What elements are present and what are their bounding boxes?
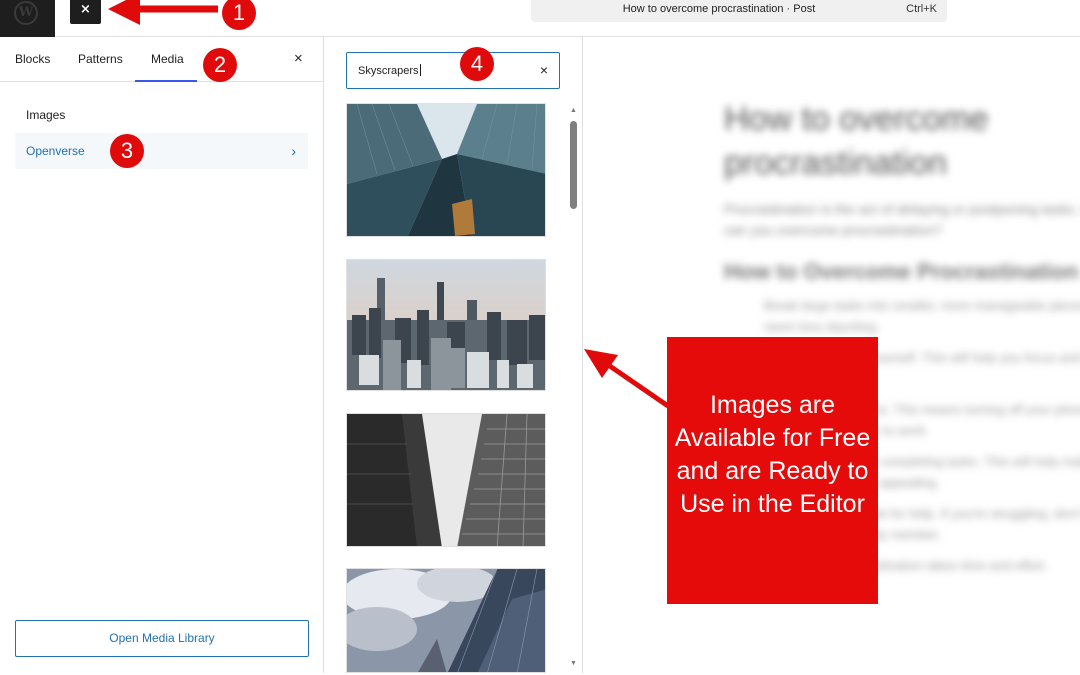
inserter-panel: Blocks Patterns Media × Images Openverse… [0,37,324,673]
skyscrapers-looking-up-photo-icon [347,104,545,236]
tab-media[interactable]: Media [151,52,184,66]
chevron-right-icon: › [291,143,296,159]
media-category-openverse[interactable]: Openverse › [15,133,308,169]
glass-tower-clouds-photo-icon [347,569,545,672]
editor-header: W × How to overcome procrastination · Po… [0,0,1080,37]
annotation-callout: Images are Available for Free and are Re… [667,337,878,604]
step-badge-4: 4 [460,47,494,81]
media-result-item[interactable] [346,103,546,237]
active-tab-indicator [135,80,197,82]
inserter-tabs: Blocks Patterns Media × [0,37,323,82]
city-skyline-aerial-photo-icon [347,260,545,390]
media-results-panel: Skyscrapers × ▲ ▼ [325,37,583,673]
media-search-input[interactable]: Skyscrapers × [346,52,560,89]
list-item: Break large tasks into smaller, more man… [764,298,1080,334]
post-heading: How to Overcome Procrastination [724,259,1079,284]
media-result-item[interactable] [346,568,546,673]
category-label: Openverse [26,144,85,158]
category-label: Images [26,108,66,122]
document-title: How to overcome procrastination · Post [622,3,816,15]
wordpress-icon: W [14,1,38,25]
media-category-images[interactable]: Images [15,97,308,133]
clear-search-icon[interactable]: × [540,62,548,78]
search-value: Skyscrapers [358,64,421,77]
post-paragraph: Procrastination is the act of delaying o… [724,201,1080,238]
scrollbar-thumb[interactable] [570,121,577,209]
scroll-up-icon[interactable]: ▲ [570,107,577,114]
tab-patterns[interactable]: Patterns [78,52,123,66]
step-badge-3: 3 [110,134,144,168]
media-result-item[interactable] [346,413,546,547]
document-bar[interactable]: How to overcome procrastination · Post C… [531,0,947,22]
close-inserter-button[interactable]: × [70,0,101,24]
open-media-library-button[interactable]: Open Media Library [15,620,309,657]
close-icon[interactable]: × [294,50,303,67]
post-title: How to overcome procrastination [724,100,989,182]
tab-blocks[interactable]: Blocks [15,52,50,66]
black-white-towers-photo-icon [347,414,545,546]
step-badge-2: 2 [203,48,237,82]
scroll-down-icon[interactable]: ▼ [570,660,577,667]
scrollbar[interactable]: ▲ ▼ [570,107,578,667]
wordpress-logo-button[interactable]: W [0,0,55,37]
command-shortcut: Ctrl+K [906,3,937,15]
media-result-item[interactable] [346,259,546,391]
